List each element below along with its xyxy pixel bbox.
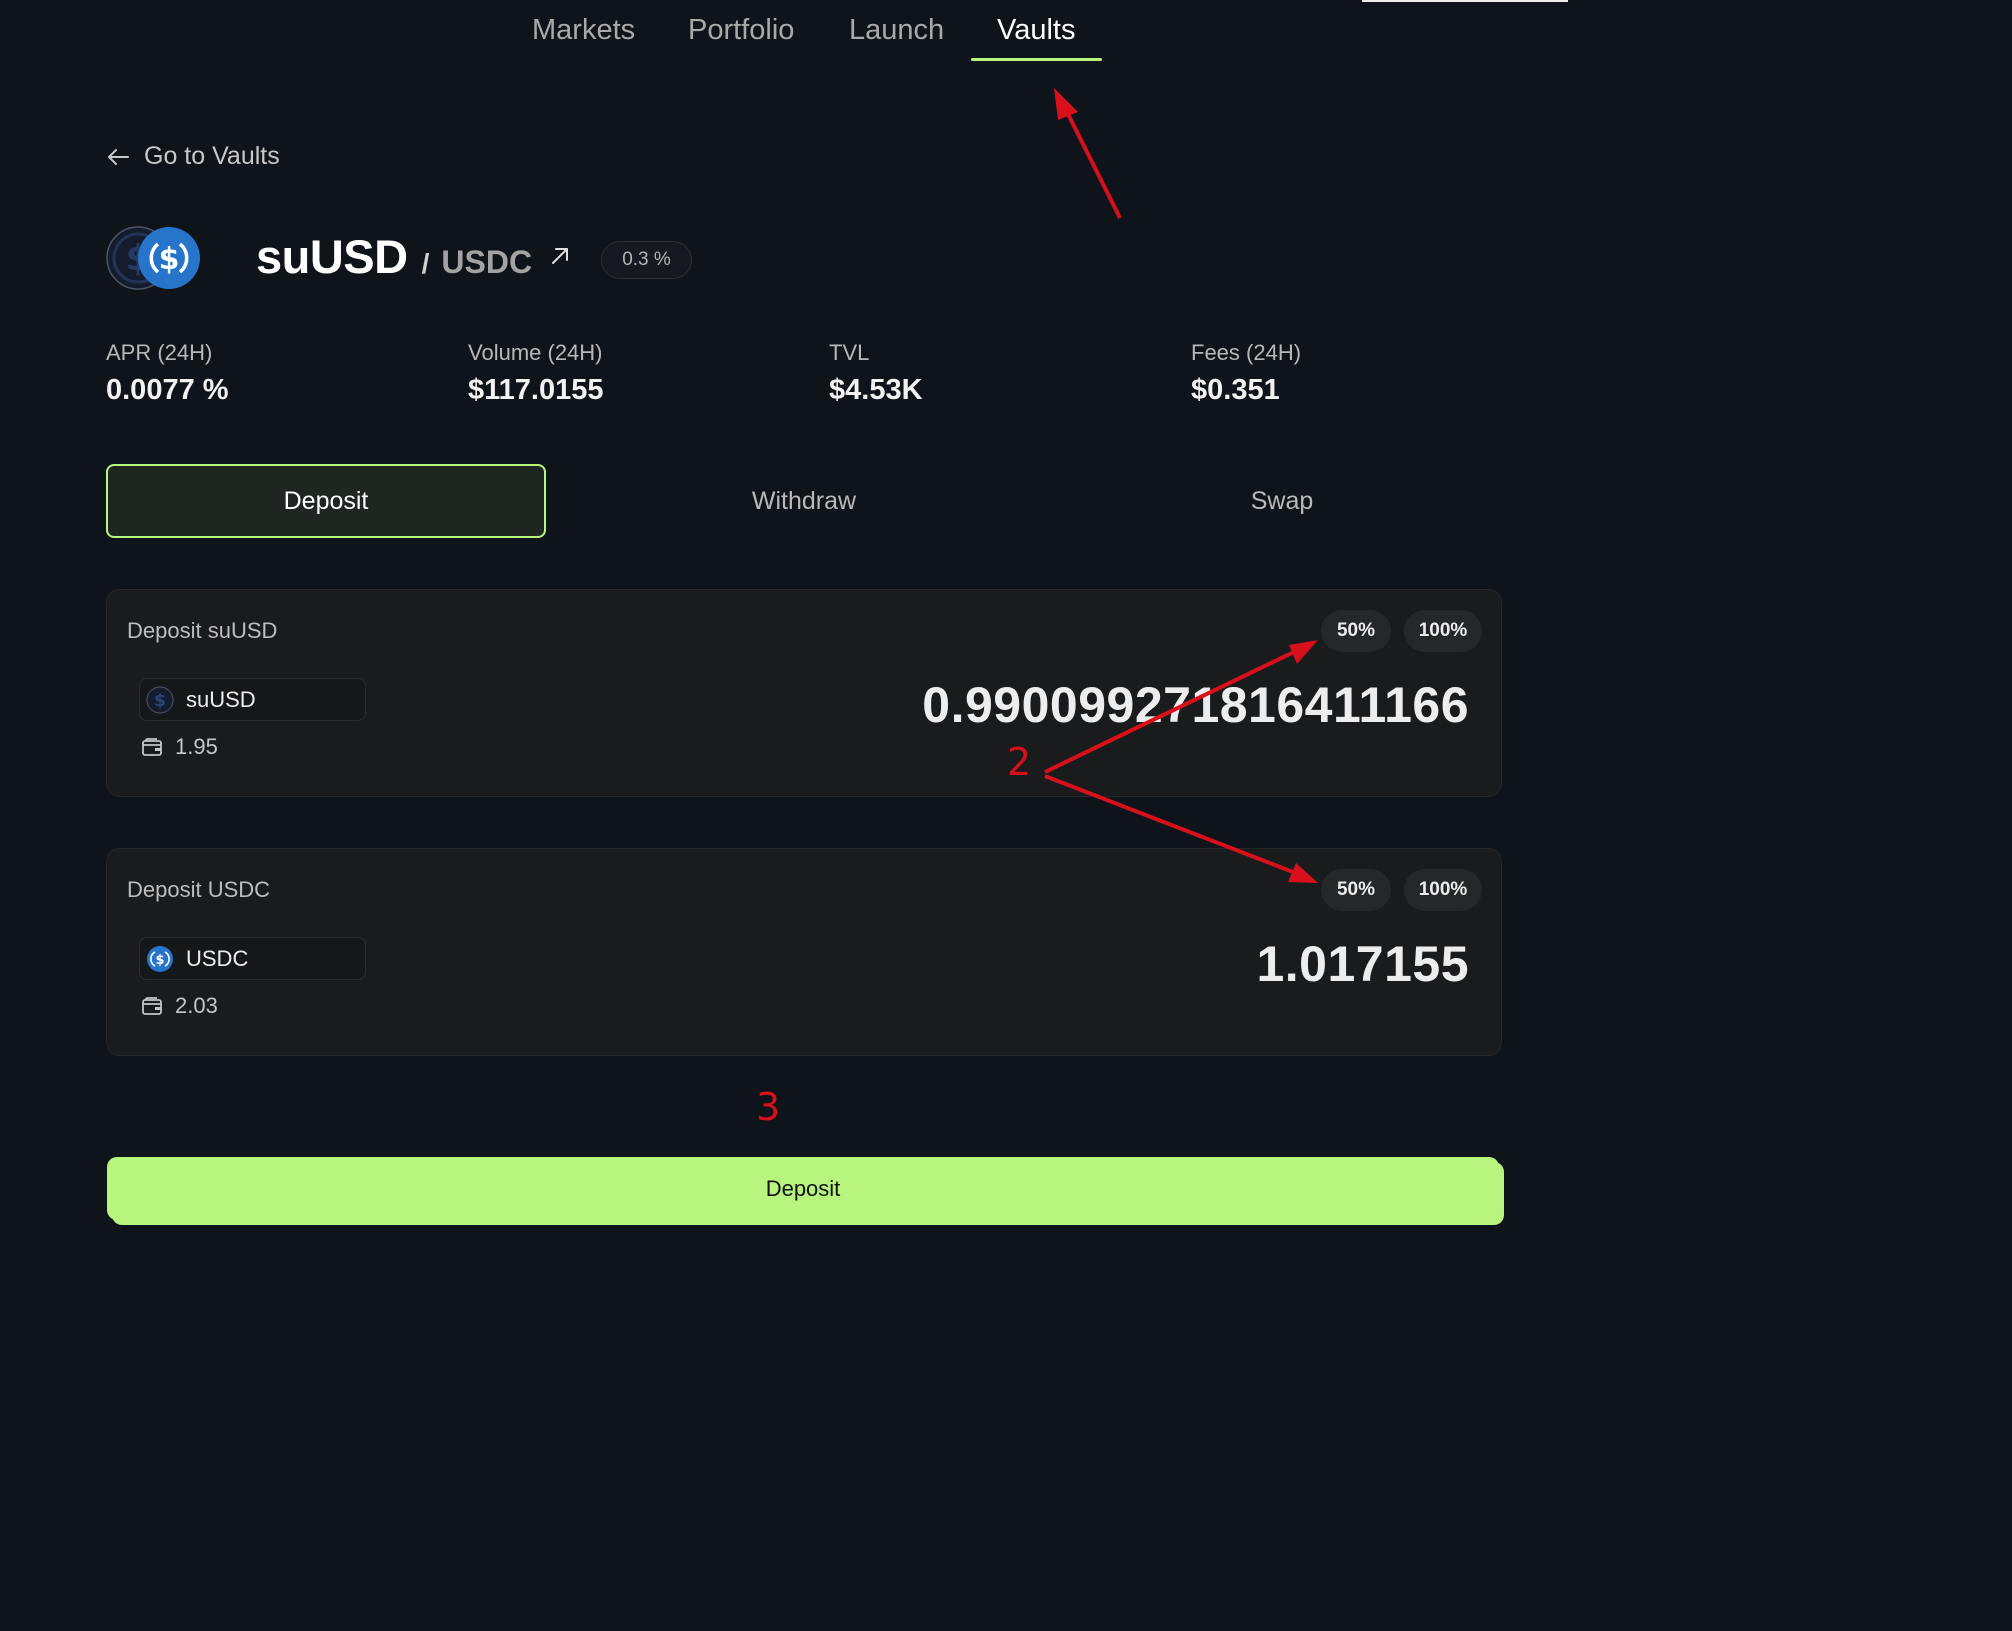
balance-value: 1.95: [175, 734, 218, 759]
pair-title: suUSD / USDC: [256, 229, 532, 284]
wallet-icon: [142, 997, 162, 1015]
back-to-vaults-link[interactable]: Go to Vaults: [106, 142, 280, 171]
card-title: Deposit USDC: [127, 877, 271, 902]
stat-label: Volume (24H): [468, 340, 603, 365]
fee-tier-badge: 0.3 %: [601, 241, 692, 279]
token-name: suUSD: [186, 686, 256, 712]
nav-tab-vaults[interactable]: Vaults: [997, 14, 1075, 47]
tab-withdraw[interactable]: Withdraw: [584, 464, 1024, 538]
wallet-icon: [142, 738, 162, 756]
card-title: Deposit suUSD: [127, 618, 278, 643]
percent-50-button[interactable]: 50%: [1321, 869, 1391, 911]
nav-tab-markets[interactable]: Markets: [532, 14, 635, 47]
deposit-submit-button[interactable]: Deposit: [107, 1157, 1499, 1220]
annotation-step-3: 3: [756, 1085, 781, 1129]
deposit-card-suusd: Deposit suUSD 50% 100% $ suUSD 1.95 0.99…: [106, 589, 1502, 797]
stat-volume: Volume (24H) $117.0155: [468, 340, 603, 407]
annotation-step-2: 2: [1007, 740, 1032, 784]
token-selector-usdc[interactable]: $ USDC: [139, 937, 366, 980]
stat-tvl: TVL $4.53K: [829, 340, 923, 407]
wallet-balance: 2.03: [141, 993, 218, 1019]
percent-100-button[interactable]: 100%: [1404, 610, 1482, 652]
top-nav: Markets Portfolio Launch Vaults: [0, 0, 1568, 66]
stat-value: 0.0077 %: [106, 374, 229, 406]
external-link-icon[interactable]: [548, 244, 572, 268]
stat-fees: Fees (24H) $0.351: [1191, 340, 1301, 407]
stat-value: $117.0155: [468, 374, 604, 406]
usdc-logo-icon: $: [138, 227, 200, 289]
balance-value: 2.03: [175, 993, 218, 1018]
arrow-to-vaults-tab: [1054, 88, 1122, 219]
amount-input[interactable]: 1.017155: [1256, 935, 1469, 993]
token-name: USDC: [186, 945, 249, 971]
nav-tab-portfolio[interactable]: Portfolio: [688, 14, 794, 47]
svg-text:$: $: [159, 242, 180, 277]
stat-apr: APR (24H) 0.0077 %: [106, 340, 229, 407]
stat-label: TVL: [829, 340, 870, 365]
stat-value: $4.53K: [829, 374, 923, 406]
wallet-balance: 1.95: [141, 734, 218, 760]
tab-swap[interactable]: Swap: [1062, 464, 1502, 538]
stat-value: $0.351: [1191, 374, 1280, 406]
suusd-token-icon: $: [146, 686, 174, 713]
active-tab-underline: [971, 58, 1102, 61]
pair-token-logos: $ $: [106, 226, 200, 290]
stat-label: APR (24H): [106, 340, 213, 365]
percent-100-button[interactable]: 100%: [1404, 869, 1482, 911]
svg-text:$: $: [154, 691, 166, 711]
nav-tab-launch[interactable]: Launch: [849, 14, 944, 47]
svg-text:$: $: [155, 953, 164, 968]
pair-base-token: suUSD: [256, 230, 408, 283]
tab-deposit[interactable]: Deposit: [106, 464, 546, 538]
token-selector-suusd[interactable]: $ suUSD: [139, 678, 366, 721]
back-link-label: Go to Vaults: [144, 142, 280, 170]
percent-50-button[interactable]: 50%: [1321, 610, 1391, 652]
deposit-card-usdc: Deposit USDC 50% 100% $ USDC 2.03 1.0171…: [106, 848, 1502, 1056]
arrow-left-icon: [108, 148, 129, 165]
stat-label: Fees (24H): [1191, 340, 1302, 365]
pair-quote-token: USDC: [441, 244, 533, 280]
usdc-token-icon: $: [147, 945, 173, 972]
pair-separator: /: [421, 248, 430, 279]
amount-input[interactable]: 0.990099271816411166: [922, 676, 1469, 734]
